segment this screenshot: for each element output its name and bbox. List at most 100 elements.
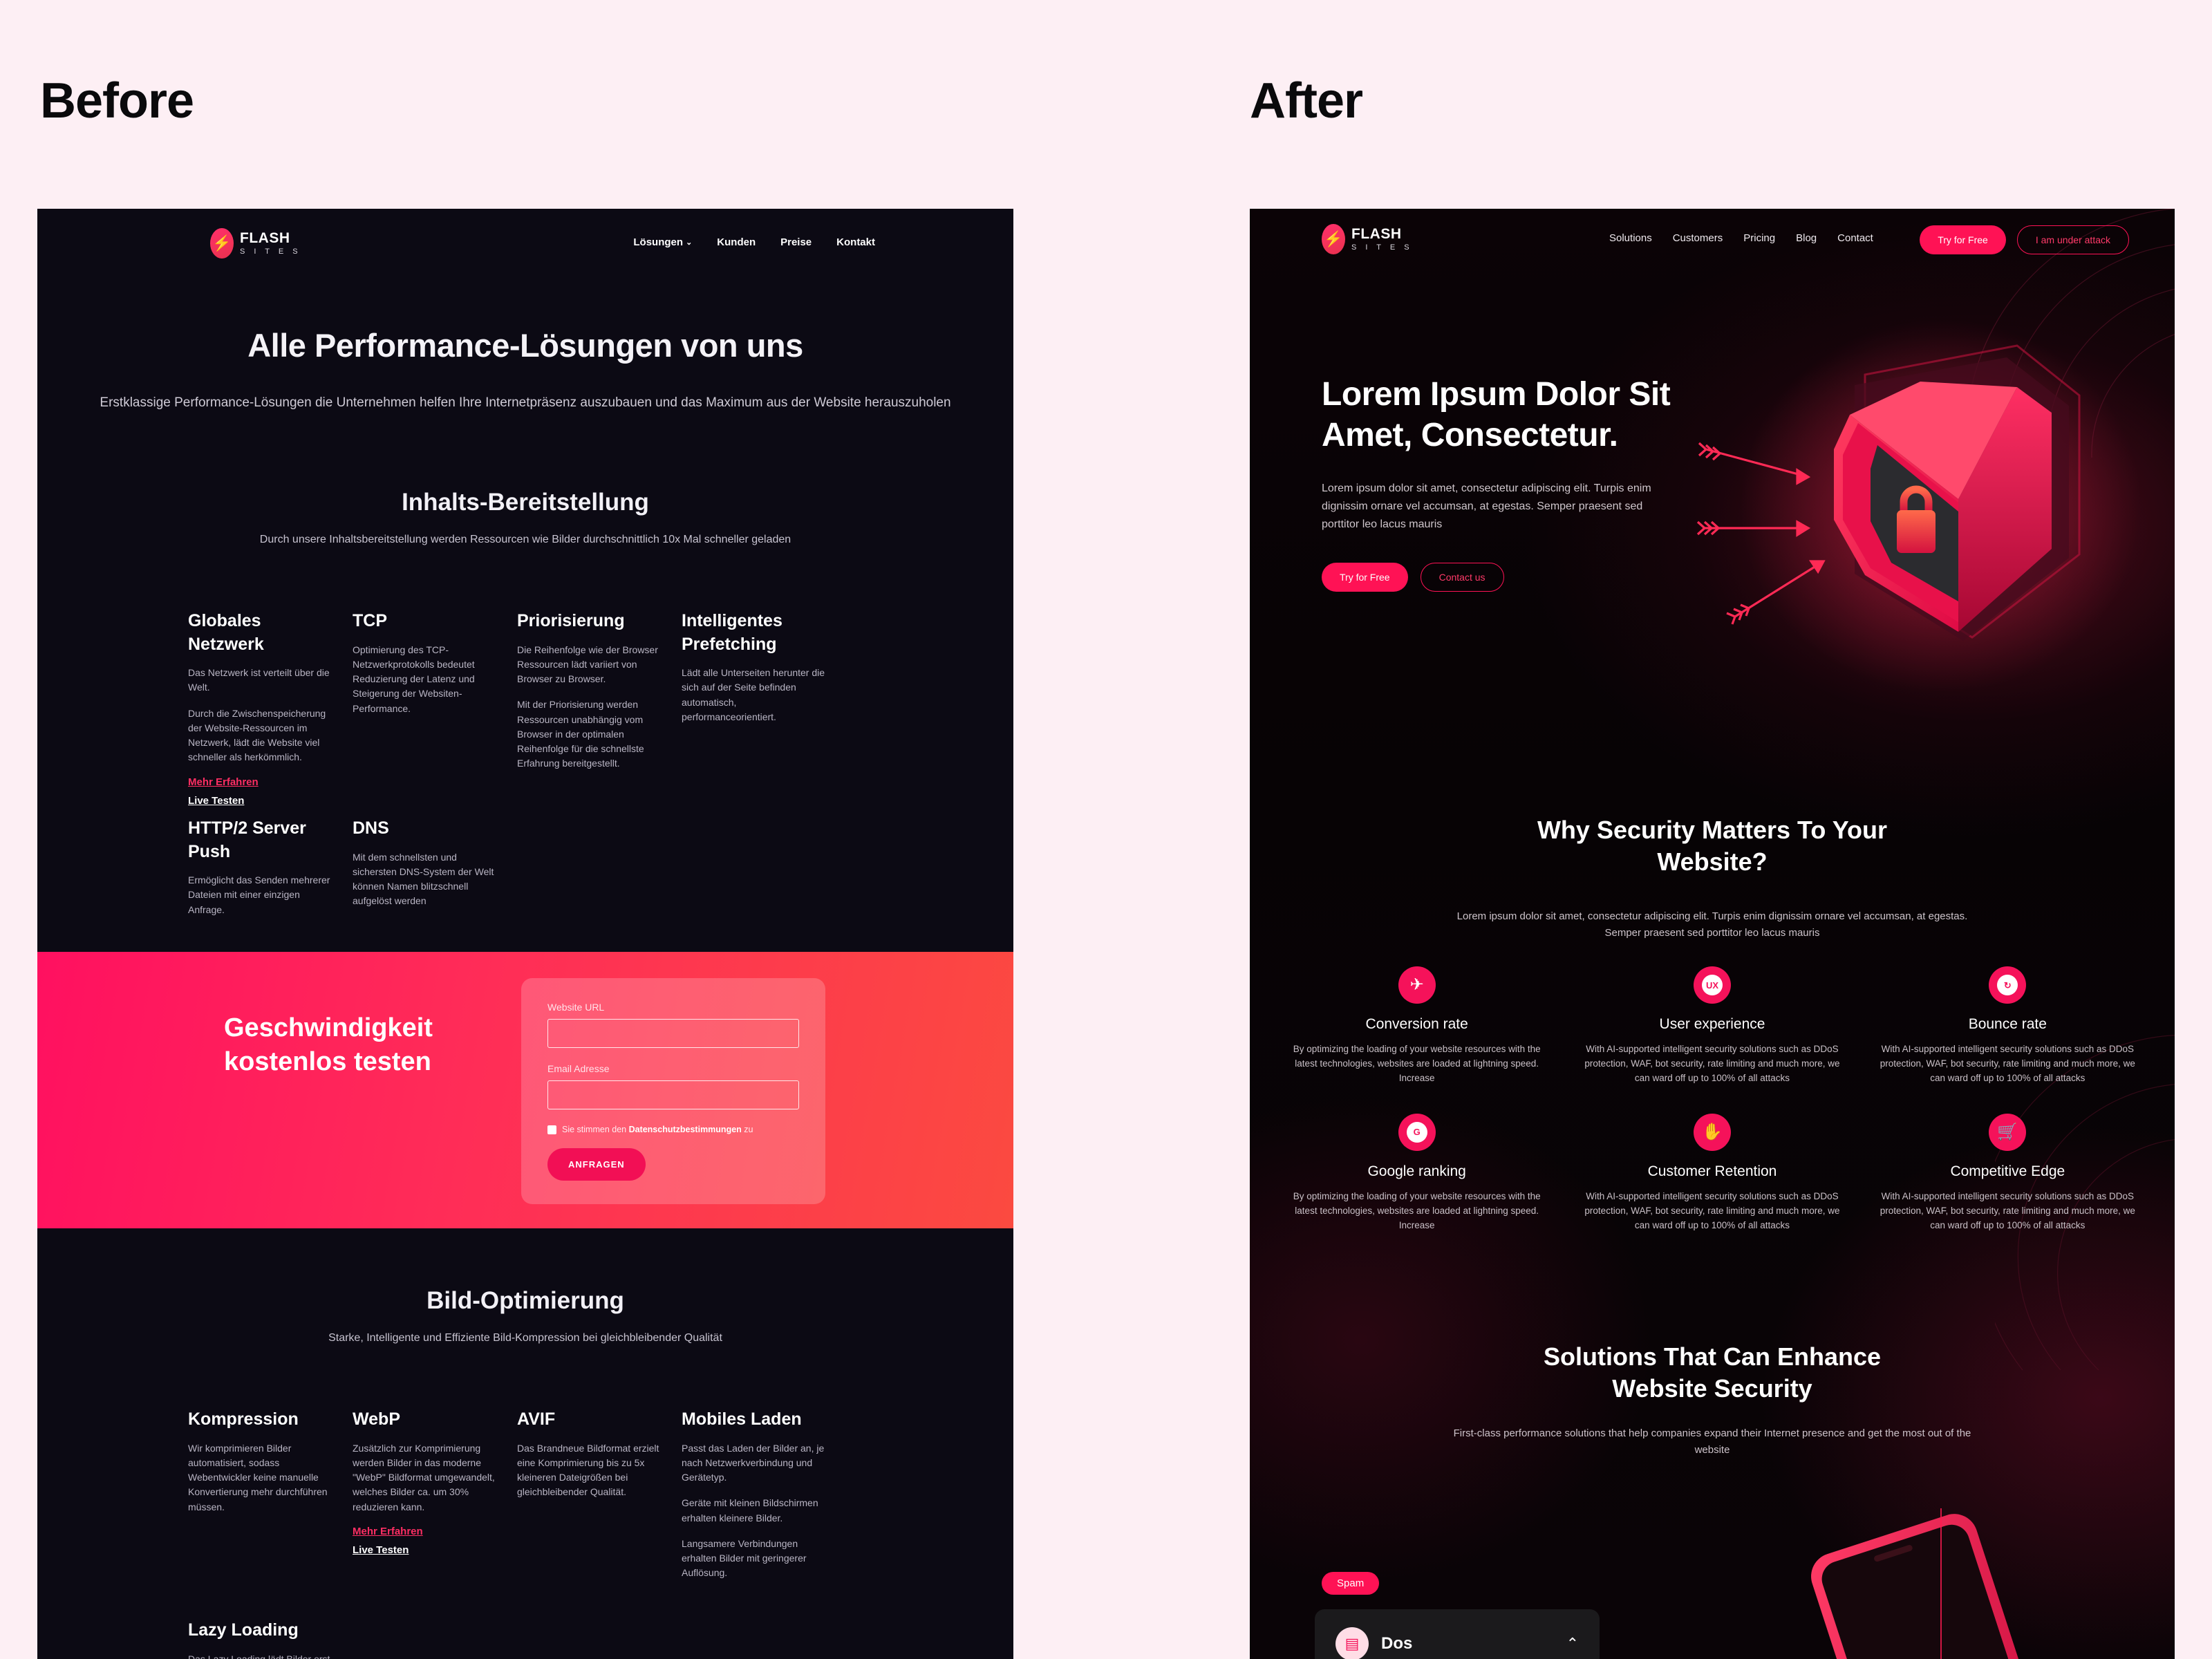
feature-body: Optimierung des TCP-Netzwerkprotokolls b… xyxy=(353,643,496,716)
before-hero-title: Alle Performance-Lösungen von uns xyxy=(247,327,803,364)
after-navbar: ⚡ FLASH S I T E S Solutions Customers Pric… xyxy=(1250,209,2175,272)
logo-sites-text: S I T E S xyxy=(240,247,301,256)
feature-body: Zusätzlich zur Komprimierung werden Bild… xyxy=(353,1441,496,1515)
feature-card-conversion-rate: ✈ Conversion rate By optimizing the loadin… xyxy=(1269,966,1564,1086)
feature-paragraph: Langsamere Verbindungen erhalten Bilder … xyxy=(682,1537,807,1579)
before-logo[interactable]: ⚡ FLASH S I T E S xyxy=(210,228,301,259)
before-section1-feature-row-1: Globales Netzwerk Das Netzwerk ist vertei… xyxy=(188,610,948,807)
feature-paragraph: Passt das Laden der Bilder an, je nach N… xyxy=(682,1442,825,1483)
before-hero-subtitle: Erstklassige Performance-Lösungen die Un… xyxy=(100,395,951,410)
after-hero-title-line2: Amet, Consectetur. xyxy=(1322,416,1618,453)
handshake-icon: ✋ xyxy=(1693,1113,1731,1151)
feature-column-dns: DNS Mit dem schnellsten und sichersten DN… xyxy=(353,817,517,928)
feature-card-customer-retention: ✋ Customer Retention With AI-supported int… xyxy=(1564,1113,1859,1233)
google-g-icon: G xyxy=(1398,1113,1436,1151)
mehr-erfahren-link[interactable]: Mehr Erfahren xyxy=(353,1526,496,1537)
live-testen-link[interactable]: Live Testen xyxy=(188,795,332,807)
after-hero-title-line1: Lorem Ipsum Dolor Sit xyxy=(1322,376,1671,413)
feature-paragraph: Zusätzlich zur Komprimierung werden Bild… xyxy=(353,1442,495,1512)
after-security-title-line1: Why Security Matters To Your xyxy=(1537,816,1888,844)
consent-checkbox[interactable] xyxy=(547,1125,556,1134)
feature-paragraph: Mit dem schnellsten und sichersten DNS-S… xyxy=(353,851,494,907)
chevron-up-icon[interactable]: ⌃ xyxy=(1566,1635,1579,1653)
before-nav-menu: Lösungen ⌄ Kunden Preise Kontakt xyxy=(633,236,875,248)
feature-card-bounce-rate: ↻ Bounce rate With AI-supported intelligen… xyxy=(1860,966,2155,1086)
feature-paragraph: Das Netzwerk ist verteilt über die Welt. xyxy=(188,667,330,693)
website-url-label: Website URL xyxy=(547,1002,605,1013)
feature-title: Mobiles Laden xyxy=(682,1409,802,1429)
nav-item-customers[interactable]: Customers xyxy=(1673,232,1723,244)
before-cta-band: Geschwindigkeit kostenlos testen Website… xyxy=(37,952,1013,1228)
feature-column-tcp: TCP Optimierung des TCP-Netzwerkprotokoll… xyxy=(353,610,517,807)
after-solutions-title-line1: Solutions That Can Enhance xyxy=(1543,1342,1882,1371)
feature-body: Ermöglicht das Senden mehrerer Dateien m… xyxy=(188,873,332,917)
after-security-title: Why Security Matters To Your Website? xyxy=(1250,814,2175,878)
consent-row[interactable]: Sie stimmen den Datenschutzbestimmungen … xyxy=(547,1125,799,1134)
spam-badge: Spam xyxy=(1322,1572,1380,1595)
before-screenshot-panel: ⚡ FLASH S I T E S Lösungen ⌄ Kunden Prei… xyxy=(37,209,1013,1659)
after-security-paragraph: Lorem ipsum dolor sit amet, consectetur … xyxy=(1250,908,2175,942)
nav-item-kunden[interactable]: Kunden xyxy=(717,236,756,248)
nav-item-pricing[interactable]: Pricing xyxy=(1743,232,1775,244)
ux-badge-icon: UX xyxy=(1693,966,1731,1004)
bolt-icon: ⚡ xyxy=(210,228,234,259)
feature-card-title: Competitive Edge xyxy=(1950,1163,2065,1179)
nav-item-loesungen[interactable]: Lösungen ⌄ xyxy=(633,236,692,248)
after-label: After xyxy=(1250,73,1363,129)
bolt-icon: ⚡ xyxy=(1322,224,1345,254)
feature-paragraph: Die Reihenfolge wie der Browser Ressourc… xyxy=(517,644,658,685)
after-hero-paragraph: Lorem ipsum dolor sit amet, consectetur … xyxy=(1322,482,1651,530)
live-testen-link[interactable]: Live Testen xyxy=(353,1544,496,1556)
logo-flash-text: FLASH xyxy=(240,230,290,246)
before-cta-title-line1: Geschwindigkeit xyxy=(224,1013,433,1042)
contact-us-hero-button[interactable]: Contact us xyxy=(1420,563,1504,592)
before-cta-title: Geschwindigkeit kostenlos testen xyxy=(224,1011,433,1080)
before-label: Before xyxy=(40,73,194,129)
website-url-input[interactable] xyxy=(547,1019,799,1048)
feature-title: Intelligentes Prefetching xyxy=(682,611,782,654)
feature-column-priorisierung: Priorisierung Die Reihenfolge wie der Bro… xyxy=(517,610,682,807)
feature-body: Das Netzwerk ist verteilt über die Welt.… xyxy=(188,666,332,765)
before-section1-title: Inhalts-Bereitstellung xyxy=(402,489,649,516)
privacy-policy-link[interactable]: Datenschutzbestimmungen xyxy=(629,1125,742,1134)
after-solutions-title: Solutions That Can Enhance Website Secur… xyxy=(1250,1341,2175,1405)
feature-card-body: By optimizing the loading of your websit… xyxy=(1293,1190,1541,1230)
under-attack-nav-button[interactable]: I am under attack xyxy=(2016,225,2129,254)
mehr-erfahren-link[interactable]: Mehr Erfahren xyxy=(188,776,332,788)
feature-body: Die Reihenfolge wie der Browser Ressourc… xyxy=(517,643,661,771)
dos-accordion-item[interactable]: ▤ Dos ⌃ By interposing the network betwe… xyxy=(1315,1609,1600,1659)
consent-suffix: zu xyxy=(741,1125,753,1134)
after-solutions-paragraph: First-class performance solutions that h… xyxy=(1250,1425,2175,1459)
logo-flash-text: FLASH xyxy=(1351,226,1402,242)
feature-card-title: Google ranking xyxy=(1367,1163,1466,1179)
try-for-free-hero-button[interactable]: Try for Free xyxy=(1322,563,1408,592)
before-section1-subtitle: Durch unsere Inhaltsbereitstellung werde… xyxy=(259,534,791,545)
before-section2-feature-row-2: Lazy Loading Das Lazy Loading lädt Bilder… xyxy=(188,1619,948,1659)
after-security-feature-grid: ✈ Conversion rate By optimizing the loadin… xyxy=(1269,966,2155,1261)
feature-title: Kompression xyxy=(188,1409,299,1429)
ux-badge-icon-glyph: UX xyxy=(1701,975,1723,995)
dos-accordion-title: Dos xyxy=(1381,1634,1413,1653)
after-solutions-paragraph-text: First-class performance solutions that h… xyxy=(1453,1427,1971,1456)
feature-column-globales-netzwerk: Globales Netzwerk Das Netzwerk ist vertei… xyxy=(188,610,353,807)
feature-title: HTTP/2 Server Push xyxy=(188,818,306,861)
feature-title: Lazy Loading xyxy=(188,1620,299,1640)
nav-item-contact[interactable]: Contact xyxy=(1837,232,1873,244)
after-security-paragraph-text: Lorem ipsum dolor sit amet, consectetur … xyxy=(1456,910,1968,939)
feature-title: Globales Netzwerk xyxy=(188,611,264,654)
refresh-arrows-icon: ↻ xyxy=(1989,966,2027,1004)
anfragen-submit-button[interactable]: ANFRAGEN xyxy=(547,1148,646,1181)
feature-card-body: With AI-supported intelligent security s… xyxy=(1584,1044,1840,1083)
comparison-stage: Before After ⚡ FLASH S I T E S Lösungen … xyxy=(0,0,2212,1659)
try-for-free-nav-button[interactable]: Try for Free xyxy=(1920,225,2006,254)
email-address-input[interactable] xyxy=(547,1080,799,1109)
nav-item-preise[interactable]: Preise xyxy=(780,236,812,248)
after-nav-actions: Try for Free I am under attack xyxy=(1920,225,2129,254)
refresh-arrows-icon-glyph: ↻ xyxy=(1997,975,2018,995)
after-logo[interactable]: ⚡ FLASH S I T E S xyxy=(1322,224,1413,254)
dos-accordion-header[interactable]: ▤ Dos ⌃ xyxy=(1335,1627,1579,1659)
nav-item-blog[interactable]: Blog xyxy=(1796,232,1817,244)
feature-paragraph: Optimierung des TCP-Netzwerkprotokolls b… xyxy=(353,644,475,714)
nav-item-kontakt[interactable]: Kontakt xyxy=(836,236,875,248)
nav-item-solutions[interactable]: Solutions xyxy=(1609,232,1652,244)
